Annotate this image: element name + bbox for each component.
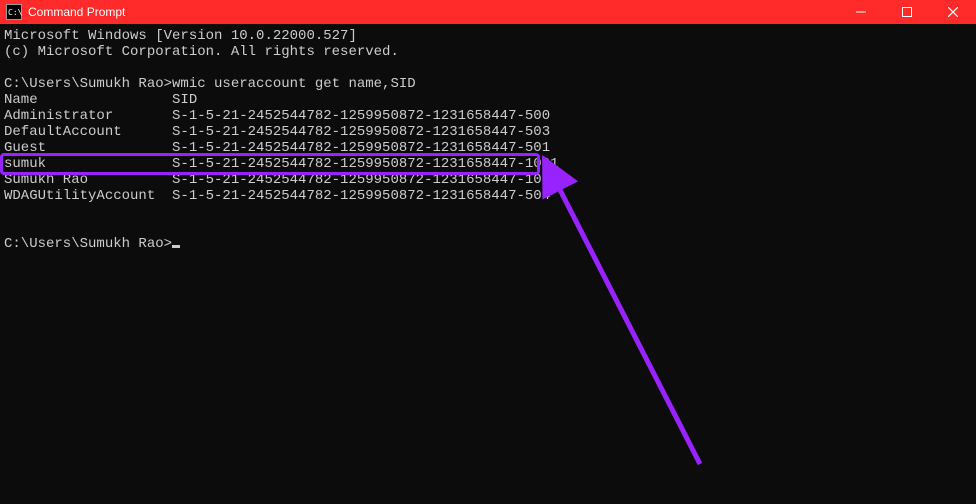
text-cursor [172,245,180,248]
table-row: WDAGUtilityAccount S-1-5-21-2452544782-1… [4,188,550,204]
line-prompt-cmd: C:\Users\Sumukh Rao>wmic useraccount get… [4,76,416,92]
close-button[interactable] [930,0,976,24]
titlebar[interactable]: C:\ Command Prompt [0,0,976,24]
table-row: Sumukh Rao S-1-5-21-2452544782-125995087… [4,172,559,188]
terminal-output[interactable]: Microsoft Windows [Version 10.0.22000.52… [0,24,976,504]
line-version: Microsoft Windows [Version 10.0.22000.52… [4,28,357,44]
line-copyright: (c) Microsoft Corporation. All rights re… [4,44,399,60]
table-row: sumuk S-1-5-21-2452544782-1259950872-123… [4,156,559,172]
table-row: Administrator S-1-5-21-2452544782-125995… [4,108,550,124]
minimize-button[interactable] [838,0,884,24]
command-prompt-window: C:\ Command Prompt Microsoft Windows [Ve… [0,0,976,504]
table-row: Guest S-1-5-21-2452544782-1259950872-123… [4,140,550,156]
line-prompt: C:\Users\Sumukh Rao> [4,236,172,252]
window-title: Command Prompt [28,5,125,19]
window-controls [838,0,976,24]
cmd-icon: C:\ [6,4,22,20]
table-row: DefaultAccount S-1-5-21-2452544782-12599… [4,124,550,140]
line-header: Name SID [4,92,197,108]
maximize-button[interactable] [884,0,930,24]
svg-text:C:\: C:\ [8,8,22,17]
